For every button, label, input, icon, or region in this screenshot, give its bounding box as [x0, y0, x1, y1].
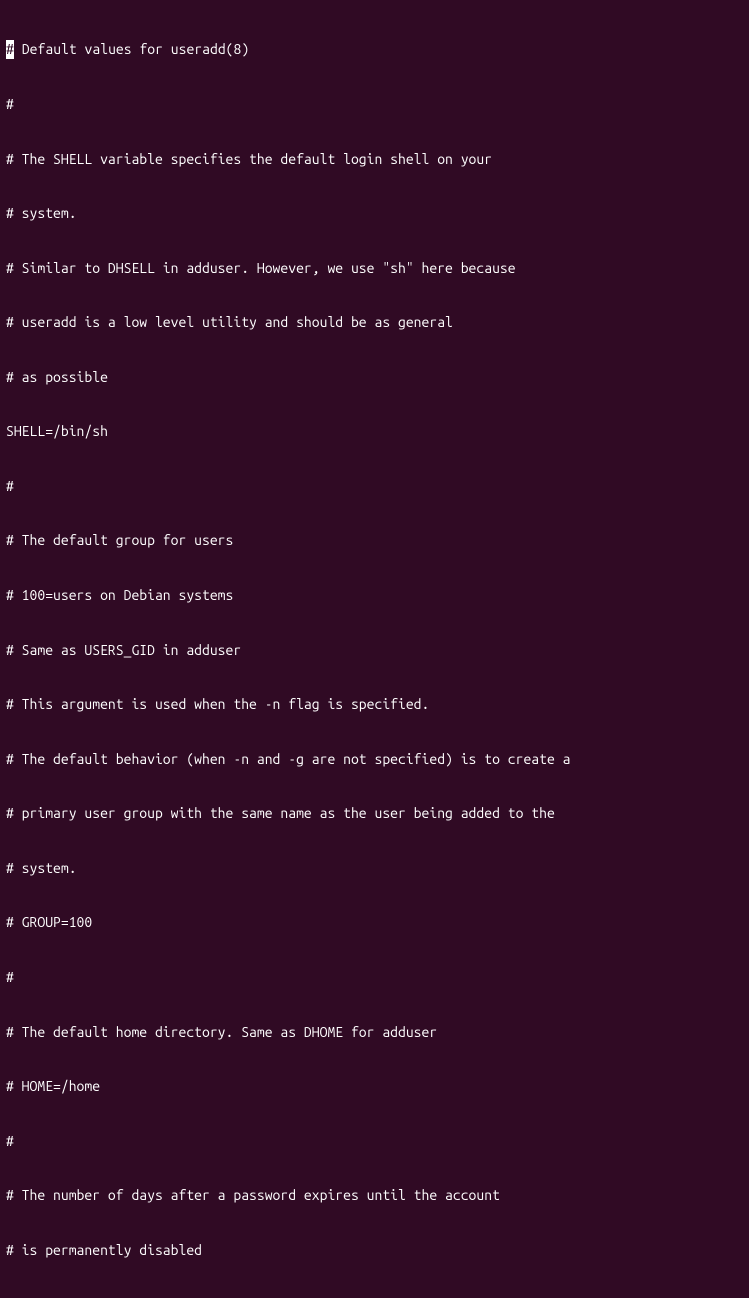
- file-line: #: [6, 1132, 743, 1150]
- file-line: # Same as USERS_GID in adduser: [6, 641, 743, 659]
- file-line: # system.: [6, 204, 743, 222]
- file-line: # The SHELL variable specifies the defau…: [6, 150, 743, 168]
- terminal-viewport[interactable]: # Default values for useradd(8) # # The …: [6, 4, 743, 1298]
- file-line: # HOME=/home: [6, 1077, 743, 1095]
- file-line: # is permanently disabled: [6, 1241, 743, 1259]
- file-line: #: [6, 968, 743, 986]
- file-line: SHELL=/bin/sh: [6, 422, 743, 440]
- text-cursor: #: [6, 40, 14, 58]
- file-line: # primary user group with the same name …: [6, 804, 743, 822]
- file-line: # This argument is used when the -n flag…: [6, 695, 743, 713]
- file-line: # useradd is a low level utility and sho…: [6, 313, 743, 331]
- file-line: #: [6, 95, 743, 113]
- file-line: # as possible: [6, 368, 743, 386]
- file-line: # The number of days after a password ex…: [6, 1186, 743, 1204]
- file-line-0: # Default values for useradd(8): [6, 40, 743, 58]
- file-line: # INACTIVE=-1: [6, 1295, 743, 1298]
- file-line: # 100=users on Debian systems: [6, 586, 743, 604]
- file-line-0-rest: Default values for useradd(8): [14, 40, 249, 58]
- file-line: # system.: [6, 859, 743, 877]
- file-line: #: [6, 477, 743, 495]
- file-line: # The default behavior (when -n and -g a…: [6, 750, 743, 768]
- file-line: # Similar to DHSELL in adduser. However,…: [6, 259, 743, 277]
- file-line: # The default group for users: [6, 531, 743, 549]
- file-line: # The default home directory. Same as DH…: [6, 1023, 743, 1041]
- file-line: # GROUP=100: [6, 913, 743, 931]
